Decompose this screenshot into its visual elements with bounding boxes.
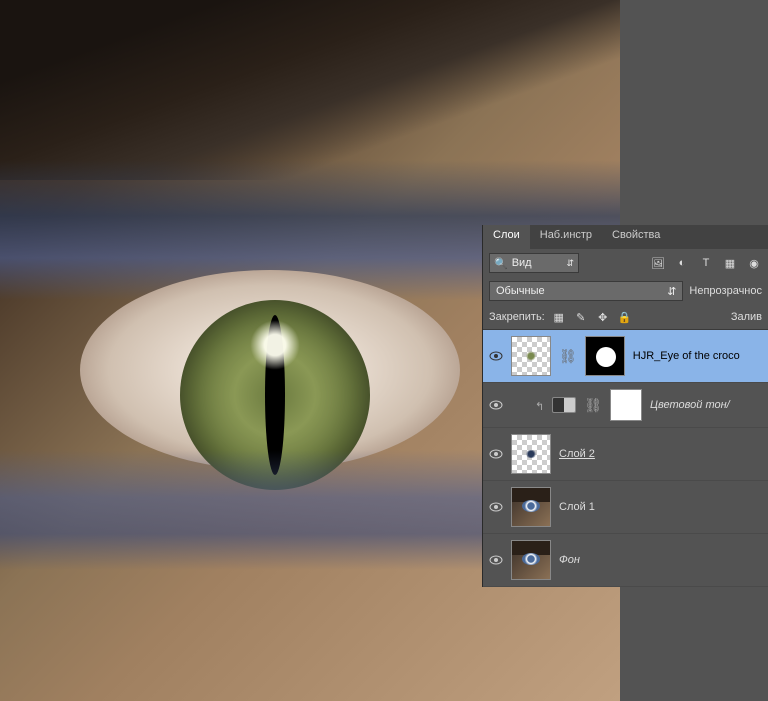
layer-name[interactable]: HJR_Eye of the croco (633, 350, 740, 362)
layer-name[interactable]: Цветовой тон/ (650, 399, 730, 411)
layer-thumbnail[interactable] (511, 540, 551, 580)
fill-label: Залив (731, 311, 762, 323)
eyebrow-region (0, 0, 620, 180)
layer-row[interactable]: ↳ ⛓ Цветовой тон/ (483, 383, 768, 428)
adjustment-icon (552, 397, 576, 413)
layer-name[interactable]: Слой 1 (559, 501, 595, 513)
layer-thumbnail[interactable] (511, 434, 551, 474)
lock-transparent-icon[interactable]: ▦ (551, 309, 567, 325)
layer-mask-thumbnail[interactable] (610, 389, 642, 421)
layers-list: ⛓ HJR_Eye of the croco ↳ ⛓ Цветовой тон/… (483, 330, 768, 587)
layers-panel: Слои Наб.инстр Свойства 🔍 Вид ⇵ 🖼 ◐ T ▦ … (482, 225, 768, 587)
tab-channels[interactable]: Наб.инстр (530, 225, 602, 249)
panel-tabs: Слои Наб.инстр Свойства (483, 225, 768, 249)
layer-name[interactable]: Слой 2 (559, 448, 595, 460)
layer-thumbnail[interactable] (511, 336, 551, 376)
filter-shape-icon[interactable]: ▦ (722, 255, 738, 271)
visibility-toggle[interactable] (489, 553, 503, 567)
link-icon[interactable]: ⛓ (584, 397, 602, 414)
filter-kind-select[interactable]: 🔍 Вид ⇵ (489, 253, 579, 273)
visibility-toggle[interactable] (489, 398, 503, 412)
link-icon[interactable]: ⛓ (559, 348, 577, 365)
layer-mask-thumbnail[interactable] (585, 336, 625, 376)
filter-smart-icon[interactable]: ◉ (746, 255, 762, 271)
blend-mode-value: Обычные (496, 285, 545, 297)
visibility-toggle[interactable] (489, 447, 503, 461)
layer-row[interactable]: Фон (483, 534, 768, 587)
lock-label: Закрепить: (489, 311, 545, 323)
layer-row[interactable]: Слой 1 (483, 481, 768, 534)
lock-row: Закрепить: ▦ ✎ ✥ 🔒 Залив (483, 305, 768, 330)
opacity-label: Непрозрачнос (689, 285, 762, 297)
lock-all-icon[interactable]: 🔒 (617, 309, 633, 325)
lock-pixels-icon[interactable]: ✎ (573, 309, 589, 325)
filter-pixel-icon[interactable]: 🖼 (650, 255, 666, 271)
layer-name[interactable]: Фон (559, 554, 580, 566)
tab-paths[interactable]: Свойства (602, 225, 670, 249)
chevron-down-icon: ⇵ (566, 258, 574, 269)
layer-row[interactable]: Слой 2 (483, 428, 768, 481)
layer-row[interactable]: ⛓ HJR_Eye of the croco (483, 330, 768, 383)
visibility-toggle[interactable] (489, 500, 503, 514)
blend-opacity-row: Обычные ⇵ Непрозрачнос (483, 277, 768, 305)
layer-filter-row: 🔍 Вид ⇵ 🖼 ◐ T ▦ ◉ (483, 249, 768, 277)
filter-adjustment-icon[interactable]: ◐ (674, 255, 690, 271)
tab-layers[interactable]: Слои (483, 225, 530, 249)
visibility-toggle[interactable] (489, 349, 503, 363)
clip-indicator-icon: ↳ (535, 399, 544, 412)
blend-mode-select[interactable]: Обычные ⇵ (489, 281, 683, 301)
filter-type-icon[interactable]: T (698, 255, 714, 271)
filter-kind-label: Вид (512, 257, 532, 269)
layer-thumbnail[interactable] (511, 487, 551, 527)
lock-position-icon[interactable]: ✥ (595, 309, 611, 325)
chevron-down-icon: ⇵ (667, 285, 676, 298)
search-icon: 🔍 (494, 257, 508, 270)
